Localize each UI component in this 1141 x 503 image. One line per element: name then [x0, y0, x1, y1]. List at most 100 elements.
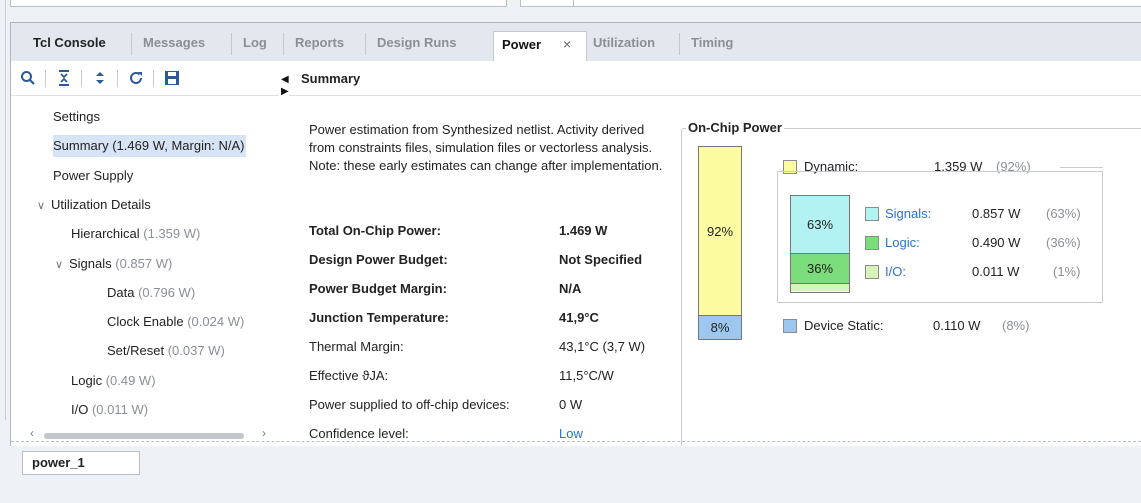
- save-icon[interactable]: [161, 67, 183, 89]
- summary-row-label: Confidence level:: [309, 426, 409, 441]
- tree-item-label: Set/Reset: [107, 343, 165, 359]
- tab-tcl-console[interactable]: Tcl Console: [25, 32, 121, 60]
- summary-description: Power estimation from Synthesized netlis…: [309, 122, 663, 173]
- tree-toolbar: [11, 61, 279, 96]
- dynamic-breakdown-bar: 63% 36%: [790, 195, 850, 293]
- summary-header: Summary: [289, 61, 1141, 96]
- tab-separator: [131, 33, 132, 55]
- tab-power[interactable]: Power ×: [493, 31, 587, 61]
- tree-item-label: Logic: [71, 372, 103, 388]
- tab-label: Timing: [691, 35, 734, 50]
- tree-item-value: (0.011 W): [88, 402, 149, 417]
- tab-log[interactable]: Log: [235, 32, 275, 60]
- tab-bar: Tcl Console Messages Log Reports Design Runs…: [11, 23, 1141, 61]
- static-bar-segment: 8%: [699, 316, 741, 339]
- refresh-icon[interactable]: [125, 67, 147, 89]
- splitter[interactable]: ◀ ▶: [279, 61, 289, 441]
- tab-separator: [283, 33, 284, 55]
- tab-separator: [365, 33, 366, 55]
- tree-item-value: (0.49 W): [102, 372, 156, 388]
- tree-item-value: (1.359 W): [139, 226, 201, 242]
- tab-reports[interactable]: Reports: [287, 32, 359, 60]
- summary-row-label: Design Power Budget:: [309, 252, 448, 267]
- tree-item[interactable]: ∨ Signals (0.857 W): [55, 253, 172, 275]
- summary-row-value: 1.469 W: [559, 223, 608, 238]
- tree-item[interactable]: ∨ Utilization Details: [37, 194, 151, 216]
- tab-separator: [679, 33, 680, 55]
- on-chip-power-title: On-Chip Power: [686, 120, 784, 135]
- tab-label: Design Runs: [377, 35, 457, 50]
- expand-all-icon[interactable]: [89, 67, 111, 89]
- tab-label: Reports: [295, 35, 345, 50]
- summary-row-label: Effective ϑJA:: [309, 368, 389, 383]
- tree-item-label: Summary (1.469 W, Margin: N/A): [53, 138, 245, 154]
- tree-item[interactable]: I/O (0.011 W): [71, 399, 148, 421]
- summary-row-label: Power supplied to off-chip devices:: [309, 397, 510, 412]
- chevron-down-icon[interactable]: ∨: [37, 195, 51, 217]
- collapse-left-icon[interactable]: ◀: [281, 74, 289, 85]
- tab-label: Utilization: [593, 35, 656, 50]
- report-tree: Settings Summary (1.469 W, Margin: N/A) Po…: [11, 96, 279, 426]
- close-icon[interactable]: ×: [563, 36, 571, 52]
- summary-row-value: Not Specified: [559, 252, 643, 267]
- summary-row-label: Thermal Margin:: [309, 339, 404, 354]
- tree-item-label: Settings: [53, 109, 100, 124]
- summary-row-value: 11,5°C/W: [559, 368, 614, 383]
- tree-item-label: Utilization Details: [51, 196, 151, 212]
- summary-row-value: 0 W: [559, 397, 583, 412]
- bottom-tab-power-1[interactable]: power_1: [22, 451, 140, 475]
- tree-item[interactable]: Clock Enable (0.024 W): [107, 311, 244, 333]
- tree-item[interactable]: Logic (0.49 W): [71, 370, 156, 392]
- bottom-bar: [10, 446, 1141, 503]
- summary-row-label: Total On-Chip Power:: [309, 223, 441, 238]
- tree-item-label: Signals: [69, 255, 112, 271]
- tree-item-label: Data: [107, 284, 135, 300]
- dynamic-connector: [1060, 167, 1103, 168]
- collapse-right-icon[interactable]: ▶: [281, 86, 289, 97]
- tab-separator: [231, 33, 232, 55]
- tree-item[interactable]: Settings: [53, 106, 100, 128]
- top-panel-right: [520, 0, 1141, 7]
- on-chip-power-bar: 92% 8%: [698, 146, 742, 340]
- summary-title: Summary: [301, 71, 361, 86]
- tree-item-label: Clock Enable: [107, 314, 184, 330]
- tab-utilization[interactable]: Utilization: [585, 32, 675, 60]
- logic-swatch: [865, 236, 879, 250]
- summary-row-value: 43,1°C (3,7 W): [559, 339, 646, 354]
- search-icon[interactable]: [17, 67, 39, 89]
- tab-label: Messages: [143, 35, 206, 50]
- tree-scrollbar[interactable]: ‹ ›: [30, 426, 276, 441]
- summary-row-value[interactable]: Low: [559, 422, 583, 446]
- tree-item[interactable]: Summary (1.469 W, Margin: N/A): [53, 135, 247, 158]
- summary-row-value: 41,9°C: [559, 310, 599, 325]
- tree-item[interactable]: Hierarchical (1.359 W): [71, 223, 200, 245]
- chevron-down-icon[interactable]: ∨: [55, 254, 69, 276]
- collapse-all-icon[interactable]: [53, 67, 75, 89]
- io-bar-segment: [791, 284, 849, 291]
- tree-item-value: (0.024 W): [183, 314, 245, 330]
- scroll-left-icon[interactable]: ‹: [30, 426, 34, 440]
- tree-item[interactable]: Data (0.796 W): [107, 282, 195, 304]
- tab-messages[interactable]: Messages: [135, 32, 227, 60]
- signals-swatch: [865, 207, 879, 221]
- scroll-thumb[interactable]: [44, 433, 244, 439]
- dynamic-bar-segment: 92%: [699, 147, 741, 316]
- logic-bar-segment: 36%: [791, 254, 849, 284]
- tree-item-value: (0.857 W): [111, 255, 173, 271]
- scroll-right-icon[interactable]: ›: [262, 426, 266, 440]
- tree-item-value: (0.796 W): [134, 284, 196, 300]
- tree-item-label: Power Supply: [53, 167, 134, 183]
- tab-design-runs[interactable]: Design Runs: [369, 32, 481, 60]
- tree-item-label: I/O: [71, 402, 89, 417]
- summary-row-label: Junction Temperature:: [309, 310, 449, 325]
- top-panel-left: [10, 0, 507, 7]
- tab-label: Tcl Console: [33, 35, 106, 50]
- tree-item[interactable]: Set/Reset (0.037 W): [107, 340, 225, 362]
- tree-item[interactable]: Power Supply: [53, 165, 133, 187]
- panel-bottom-edge: [11, 441, 1141, 442]
- left-divider: [5, 0, 6, 420]
- signals-bar-segment: 63%: [791, 196, 849, 254]
- tree-item-label: Hierarchical: [71, 226, 140, 242]
- static-swatch: [783, 319, 797, 333]
- tab-timing[interactable]: Timing: [683, 32, 745, 60]
